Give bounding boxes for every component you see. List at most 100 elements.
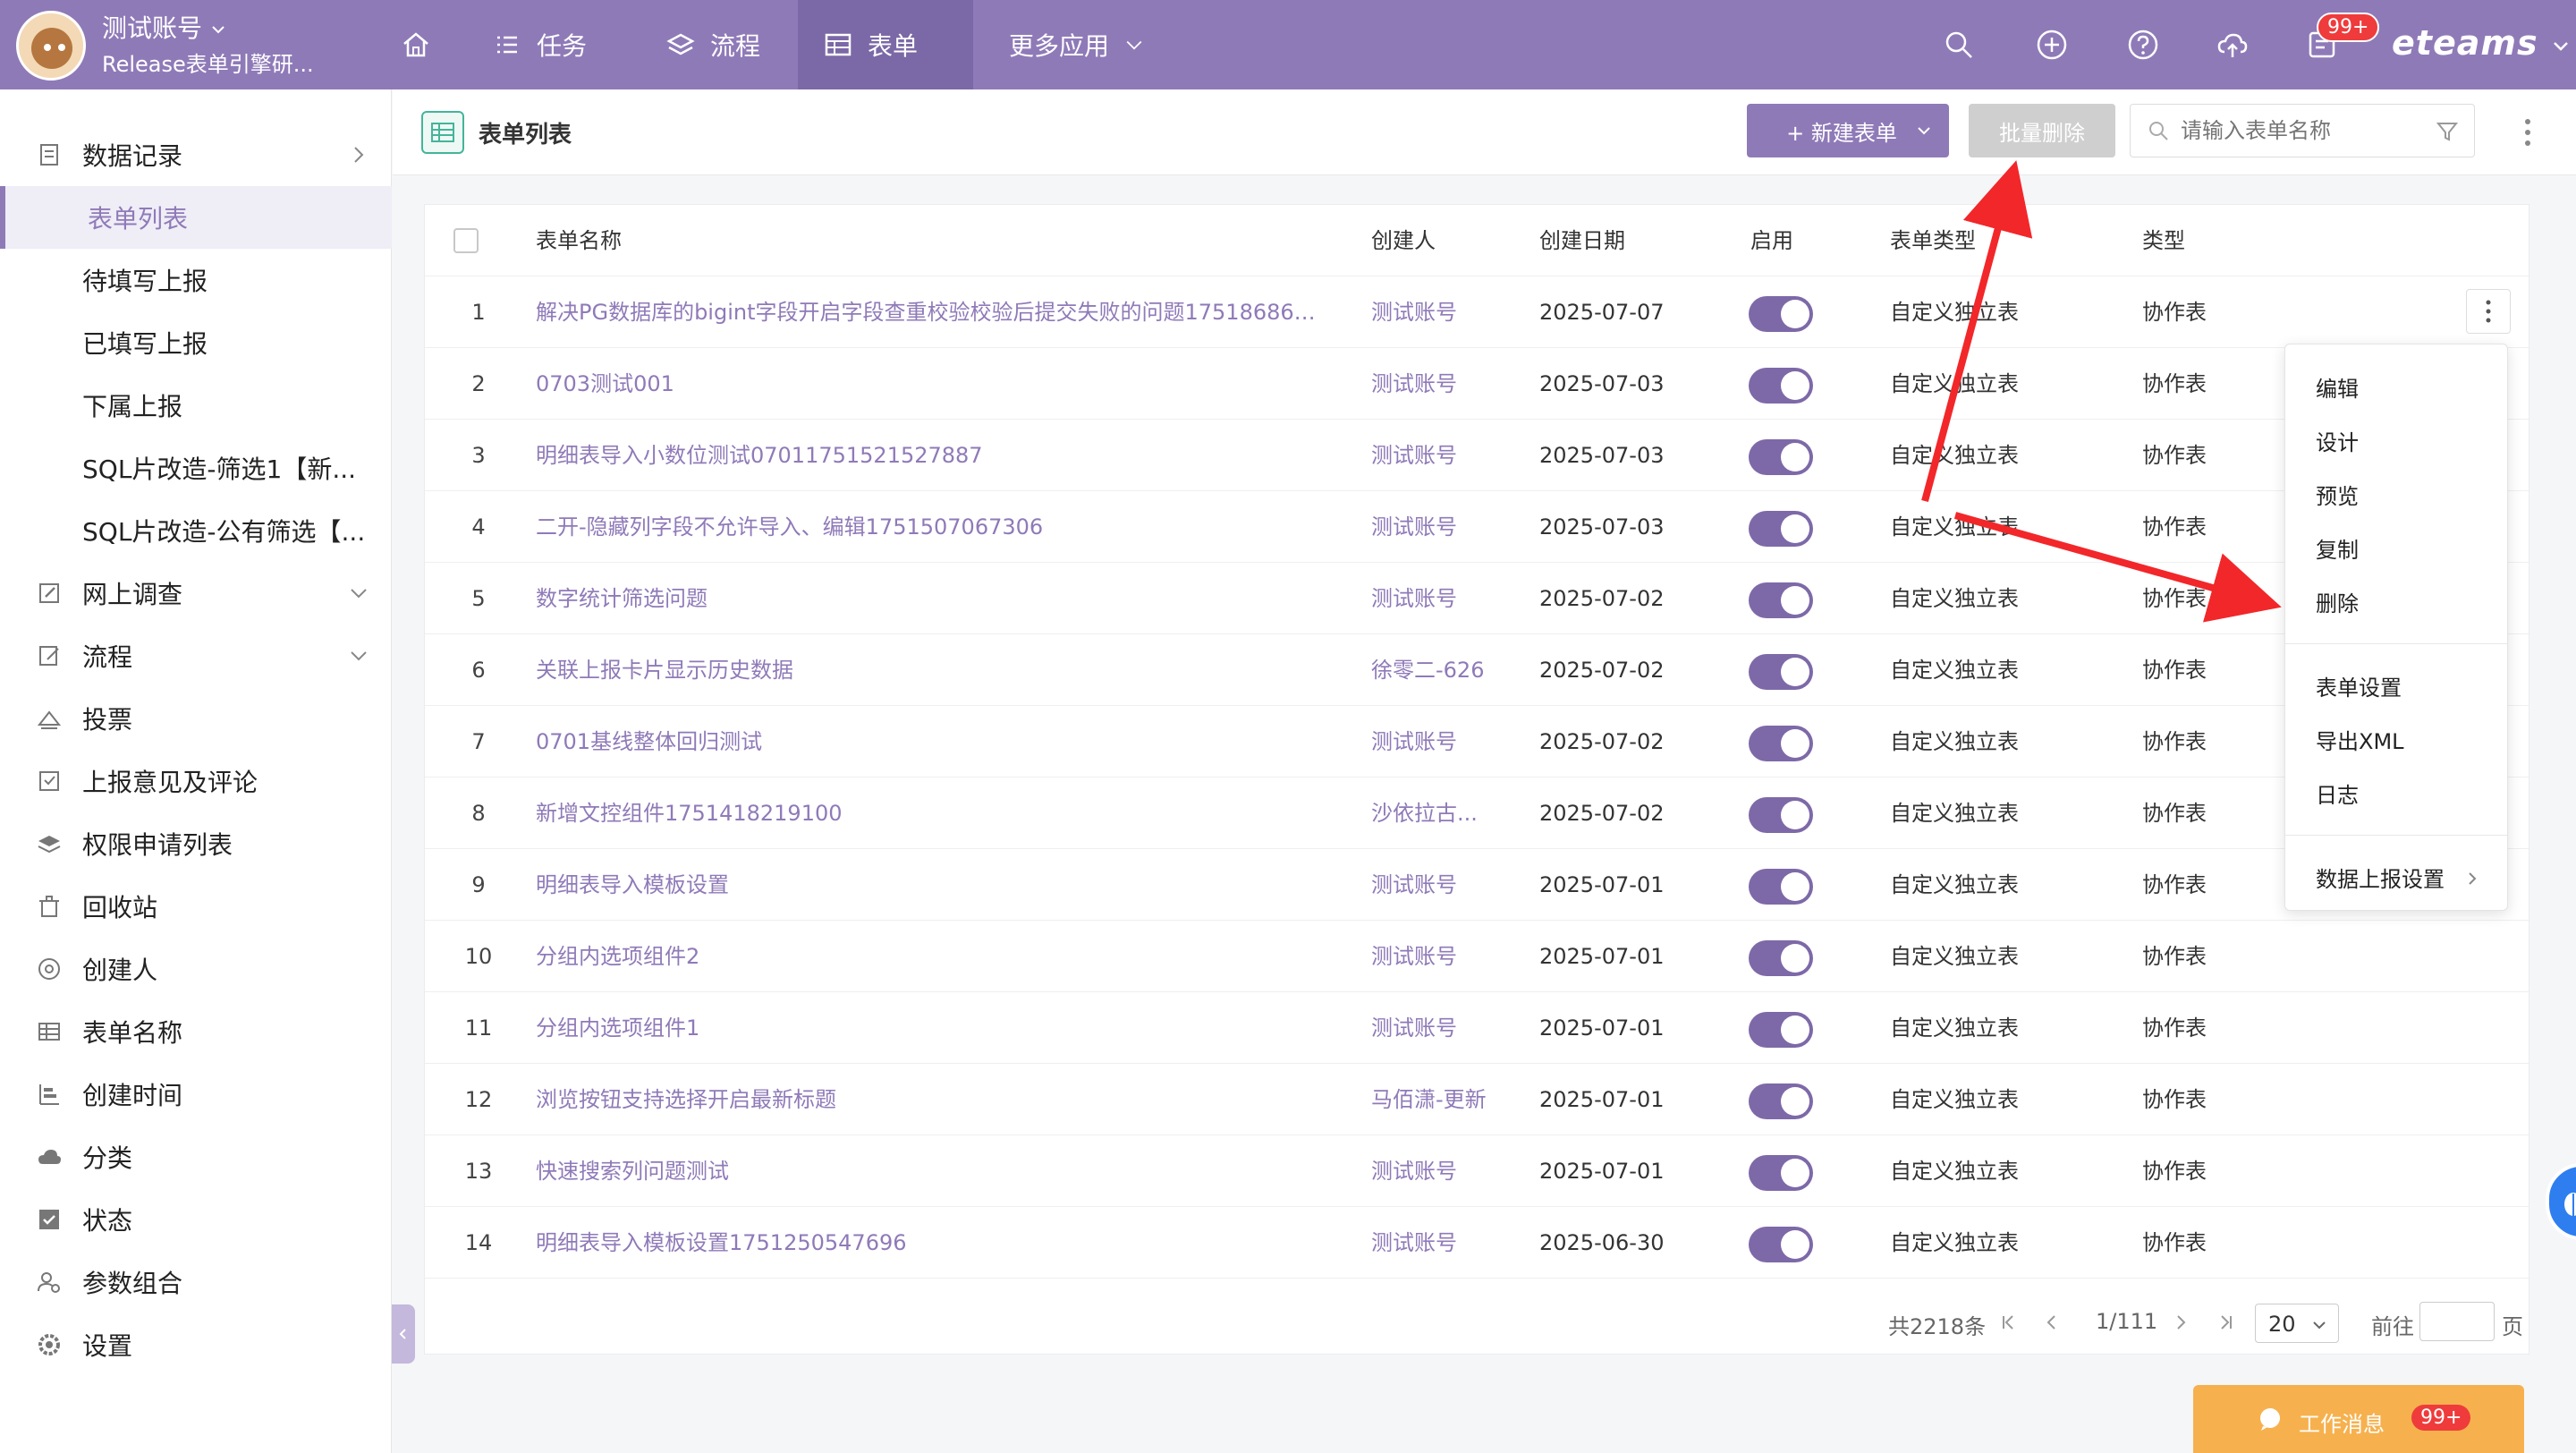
enabled-toggle[interactable]	[1749, 296, 1813, 332]
next-page-icon[interactable]	[2171, 1313, 2190, 1332]
column-header-date[interactable]: 创建日期	[1539, 205, 1625, 276]
nav-forms[interactable]: 表单	[798, 0, 973, 89]
sidebar-item-form-list[interactable]: 表单列表	[0, 186, 392, 249]
menu-item-report-settings[interactable]: 数据上报设置	[2316, 862, 2480, 893]
table-row[interactable]: 11 分组内选项组件1 测试账号 2025-07-01 自定义独立表 协作表	[425, 992, 2529, 1064]
nav-flow[interactable]: 流程	[640, 0, 785, 89]
sidebar-item-recycle-bin[interactable]: 回收站	[0, 875, 392, 938]
creator-link[interactable]: 测试账号	[1371, 563, 1505, 634]
table-row[interactable]: 9 明细表导入模板设置 测试账号 2025-07-01 自定义独立表 协作表	[425, 849, 2529, 921]
enabled-toggle[interactable]	[1749, 511, 1813, 547]
form-name-link[interactable]: 数字统计筛选问题	[536, 563, 1323, 634]
menu-item-export-xml[interactable]: 导出XML	[2316, 724, 2404, 755]
menu-item-preview[interactable]: 预览	[2316, 479, 2359, 510]
sidebar-item-form-name[interactable]: 表单名称	[0, 1000, 392, 1063]
enabled-toggle[interactable]	[1749, 797, 1813, 833]
table-row[interactable]: 2 0703测试001 测试账号 2025-07-03 自定义独立表 协作表	[425, 348, 2529, 420]
help-icon[interactable]	[2127, 29, 2159, 61]
sidebar-item-sql-public-filter[interactable]: SQL片改造-公有筛选【...	[0, 499, 392, 562]
sidebar-item-param-combo[interactable]: 参数组合	[0, 1251, 392, 1313]
creator-link[interactable]: 测试账号	[1371, 491, 1505, 563]
form-name-link[interactable]: 明细表导入模板设置	[536, 849, 1323, 921]
enabled-toggle[interactable]	[1749, 439, 1813, 475]
page-size-select[interactable]: 20	[2255, 1304, 2339, 1343]
more-vertical-icon[interactable]	[2523, 115, 2532, 150]
batch-delete-button[interactable]: 批量删除	[1969, 104, 2115, 157]
column-header-form-type[interactable]: 表单类型	[1890, 205, 1976, 276]
select-all-checkbox[interactable]	[453, 228, 479, 253]
sidebar-item-sql-filter-1[interactable]: SQL片改造-筛选1【新...	[0, 437, 392, 499]
first-page-icon[interactable]	[1999, 1313, 2019, 1332]
enabled-toggle[interactable]	[1749, 940, 1813, 976]
add-circle-icon[interactable]	[2036, 29, 2068, 61]
creator-link[interactable]: 测试账号	[1371, 348, 1505, 420]
table-row[interactable]: 12 浏览按钮支持选择开启最新标题 马佰潇-更新 2025-07-01 自定义独立表 协作…	[425, 1064, 2529, 1135]
sidebar-item-pending-report[interactable]: 待填写上报	[0, 249, 392, 311]
form-name-link[interactable]: 浏览按钮支持选择开启最新标题	[536, 1064, 1323, 1135]
form-name-link[interactable]: 关联上报卡片显示历史数据	[536, 634, 1323, 706]
new-form-dropdown-button[interactable]	[1899, 104, 1949, 157]
enabled-toggle[interactable]	[1749, 582, 1813, 618]
creator-link[interactable]: 徐零二-626	[1371, 634, 1505, 706]
search-icon[interactable]	[1943, 29, 1975, 61]
table-row[interactable]: 6 关联上报卡片显示历史数据 徐零二-626 2025-07-02 自定义独立表 协作表	[425, 634, 2529, 706]
creator-link[interactable]: 测试账号	[1371, 1135, 1505, 1207]
enabled-toggle[interactable]	[1749, 1155, 1813, 1191]
creator-link[interactable]: 测试账号	[1371, 276, 1505, 348]
column-header-type[interactable]: 类型	[2142, 205, 2185, 276]
creator-link[interactable]: 马佰潇-更新	[1371, 1064, 1505, 1135]
enabled-toggle[interactable]	[1749, 869, 1813, 905]
feedback-float-button[interactable]	[2546, 1163, 2576, 1240]
sidebar-item-filled-report[interactable]: 已填写上报	[0, 311, 392, 374]
enabled-toggle[interactable]	[1749, 654, 1813, 690]
nav-home[interactable]	[376, 0, 456, 89]
enabled-toggle[interactable]	[1749, 726, 1813, 761]
sidebar-item-report-comments[interactable]: 上报意见及评论	[0, 750, 392, 812]
nav-more-apps[interactable]: 更多应用	[984, 0, 1170, 89]
enabled-toggle[interactable]	[1749, 1083, 1813, 1119]
table-row[interactable]: 10 分组内选项组件2 测试账号 2025-07-01 自定义独立表 协作表	[425, 921, 2529, 992]
sidebar-item-status[interactable]: 状态	[0, 1188, 392, 1251]
prev-page-icon[interactable]	[2042, 1313, 2062, 1332]
last-page-icon[interactable]	[2216, 1313, 2235, 1332]
form-name-link[interactable]: 明细表导入模板设置1751250547696	[536, 1207, 1323, 1279]
sidebar-item-permission-requests[interactable]: 权限申请列表	[0, 812, 392, 875]
work-message-button[interactable]: 工作消息 99+	[2193, 1385, 2524, 1453]
sidebar-item-created-time[interactable]: 创建时间	[0, 1063, 392, 1126]
creator-link[interactable]: 测试账号	[1371, 706, 1505, 777]
creator-link[interactable]: 测试账号	[1371, 420, 1505, 491]
form-name-link[interactable]: 0701基线整体回归测试	[536, 706, 1323, 777]
avatar[interactable]	[16, 11, 86, 81]
column-header-enabled[interactable]: 启用	[1750, 205, 1793, 276]
nav-tasks[interactable]: 任务	[467, 0, 612, 89]
goto-page-input[interactable]	[2419, 1302, 2495, 1341]
creator-link[interactable]: 测试账号	[1371, 849, 1505, 921]
table-row[interactable]: 13 快速搜索列问题测试 测试账号 2025-07-01 自定义独立表 协作表	[425, 1135, 2529, 1207]
menu-item-edit[interactable]: 编辑	[2316, 371, 2359, 403]
table-row[interactable]: 8 新增文控组件1751418219100 沙依拉古... 2025-07-02 自定义…	[425, 777, 2529, 849]
form-name-link[interactable]: 0703测试001	[536, 348, 1323, 420]
menu-item-form-settings[interactable]: 表单设置	[2316, 670, 2402, 701]
form-name-link[interactable]: 明细表导入小数位测试07011751521527887	[536, 420, 1323, 491]
sidebar-item-vote[interactable]: 投票	[0, 687, 392, 750]
form-name-link[interactable]: 新增文控组件1751418219100	[536, 777, 1323, 849]
column-header-name[interactable]: 表单名称	[536, 205, 1323, 276]
form-name-link[interactable]: 二开-隐藏列字段不允许导入、编辑1751507067306	[536, 491, 1323, 563]
table-row[interactable]: 3 明细表导入小数位测试07011751521527887 测试账号 2025-07-…	[425, 420, 2529, 491]
enabled-toggle[interactable]	[1749, 1012, 1813, 1048]
menu-item-copy[interactable]: 复制	[2316, 532, 2359, 564]
brand-logo[interactable]: eteams	[2392, 23, 2571, 63]
account-switcher[interactable]: 测试账号	[102, 9, 226, 45]
form-name-link[interactable]: 分组内选项组件1	[536, 992, 1323, 1064]
creator-link[interactable]: 沙依拉古...	[1371, 777, 1505, 849]
sidebar-item-data-records[interactable]: 数据记录	[0, 123, 392, 186]
row-more-button[interactable]	[2466, 289, 2511, 334]
table-row[interactable]: 5 数字统计筛选问题 测试账号 2025-07-02 自定义独立表 协作表	[425, 563, 2529, 634]
filter-icon[interactable]	[2435, 119, 2460, 144]
form-name-link[interactable]: 分组内选项组件2	[536, 921, 1323, 992]
column-header-creator[interactable]: 创建人	[1371, 205, 1505, 276]
cloud-upload-icon[interactable]	[2216, 29, 2249, 61]
creator-link[interactable]: 测试账号	[1371, 992, 1505, 1064]
creator-link[interactable]: 测试账号	[1371, 1207, 1505, 1279]
menu-item-delete[interactable]: 删除	[2316, 586, 2359, 617]
